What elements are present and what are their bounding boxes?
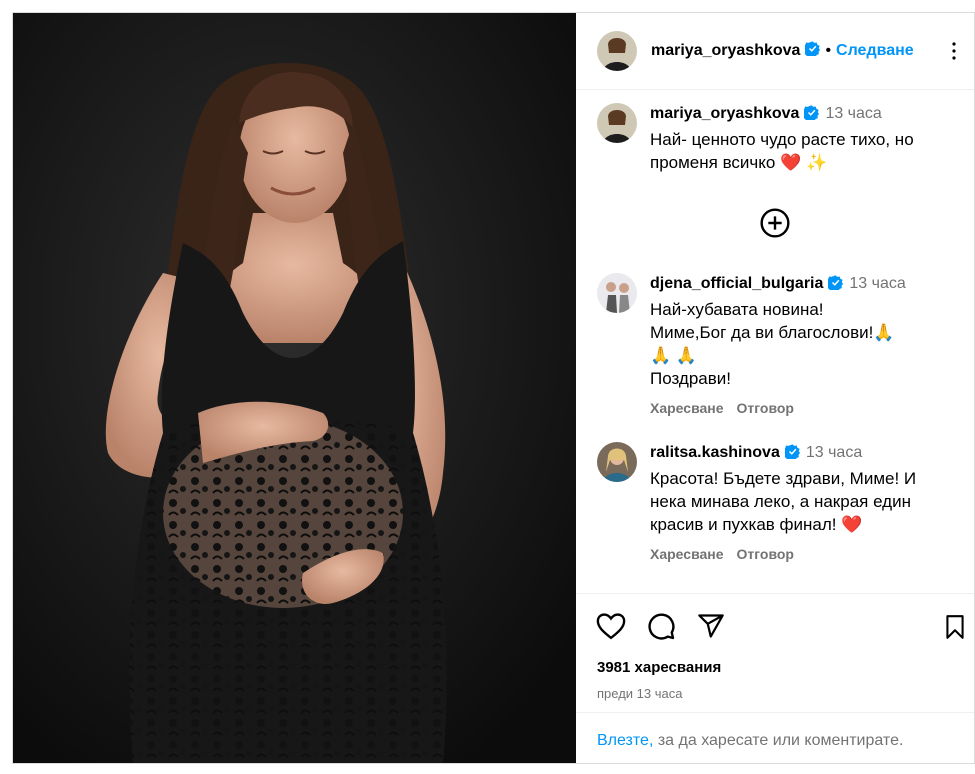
comment-text: Най-хубавата новина! Миме,Бог да ви благ… — [650, 298, 953, 390]
comment-text: Красота! Бъдете здрави, Миме! И нека мин… — [650, 469, 917, 534]
follow-button[interactable]: Следване — [836, 42, 914, 60]
comment-username[interactable]: djena_official_bulgaria — [650, 275, 823, 292]
comment-username[interactable]: ralitsa.kashinova — [650, 444, 780, 461]
author-avatar[interactable] — [597, 103, 637, 143]
caption-username[interactable]: mariya_oryashkova — [650, 105, 799, 122]
reply-button[interactable]: Отговор — [737, 546, 794, 562]
login-link[interactable]: Влезте, — [597, 732, 653, 749]
login-prompt-text: за да харесате или коментирате. — [653, 732, 904, 749]
heart-icon[interactable] — [596, 612, 626, 645]
post-footer: 3981 харесвания преди 13 часа Влезте, за… — [576, 593, 974, 763]
post-sidebar: mariya_oryashkova • Следване mariya_orya… — [576, 13, 974, 763]
share-icon[interactable] — [696, 612, 726, 645]
comment-actions: Харесване Отговор — [650, 400, 953, 416]
post-photo[interactable] — [13, 13, 576, 763]
plus-circle-icon[interactable] — [759, 207, 791, 239]
action-bar — [576, 594, 974, 644]
login-prompt: Влезте, за да харесате или коментирате. — [576, 712, 974, 750]
comment-icon[interactable] — [646, 611, 676, 646]
caption-text: Най- ценното чудо расте тихо, но променя… — [650, 130, 914, 172]
comment-line: Поздрави! — [650, 369, 731, 388]
author-avatar[interactable] — [597, 31, 637, 71]
reply-button[interactable]: Отговор — [737, 400, 794, 416]
comment-line: Най-хубавата новина! — [650, 300, 824, 319]
verified-badge-icon — [826, 275, 844, 297]
post-header: mariya_oryashkova • Следване — [576, 13, 974, 90]
comment-time: 13 часа — [805, 444, 863, 461]
commenter-avatar[interactable] — [597, 442, 637, 482]
like-comment-button[interactable]: Харесване — [650, 400, 724, 416]
likes-count[interactable]: 3981 харесвания — [597, 659, 974, 676]
comment-line: 🙏 🙏 — [650, 346, 698, 365]
comment-item: ralitsa.kashinova 13 часа Красота! Бъдете… — [597, 442, 953, 562]
comment-line: Миме,Бог да ви благослови!🙏 — [650, 323, 895, 342]
author-username[interactable]: mariya_oryashkova — [651, 42, 800, 60]
post-dialog: mariya_oryashkova • Следване mariya_orya… — [12, 12, 975, 764]
more-options-icon[interactable] — [942, 39, 966, 68]
post-timestamp[interactable]: преди 13 часа — [597, 686, 974, 701]
comment-item: djena_official_bulgaria 13 часа Най-хубав… — [597, 273, 953, 416]
bookmark-icon[interactable] — [942, 613, 968, 646]
separator-dot: • — [825, 42, 832, 59]
comment-time: 13 часа — [849, 275, 906, 292]
load-more-comments-button[interactable] — [597, 207, 953, 239]
commenter-avatar[interactable] — [597, 273, 637, 313]
verified-badge-icon — [803, 41, 821, 61]
comments-list: mariya_oryashkova 13 часа Най- ценното чу… — [576, 91, 974, 591]
caption-time: 13 часа — [825, 105, 882, 122]
pregnant-woman-photo-image — [13, 13, 576, 763]
caption: mariya_oryashkova 13 часа Най- ценното чу… — [597, 103, 953, 174]
like-comment-button[interactable]: Харесване — [650, 546, 724, 562]
comment-actions: Харесване Отговор — [650, 546, 953, 562]
verified-badge-icon — [802, 105, 820, 127]
verified-badge-icon — [782, 444, 800, 466]
